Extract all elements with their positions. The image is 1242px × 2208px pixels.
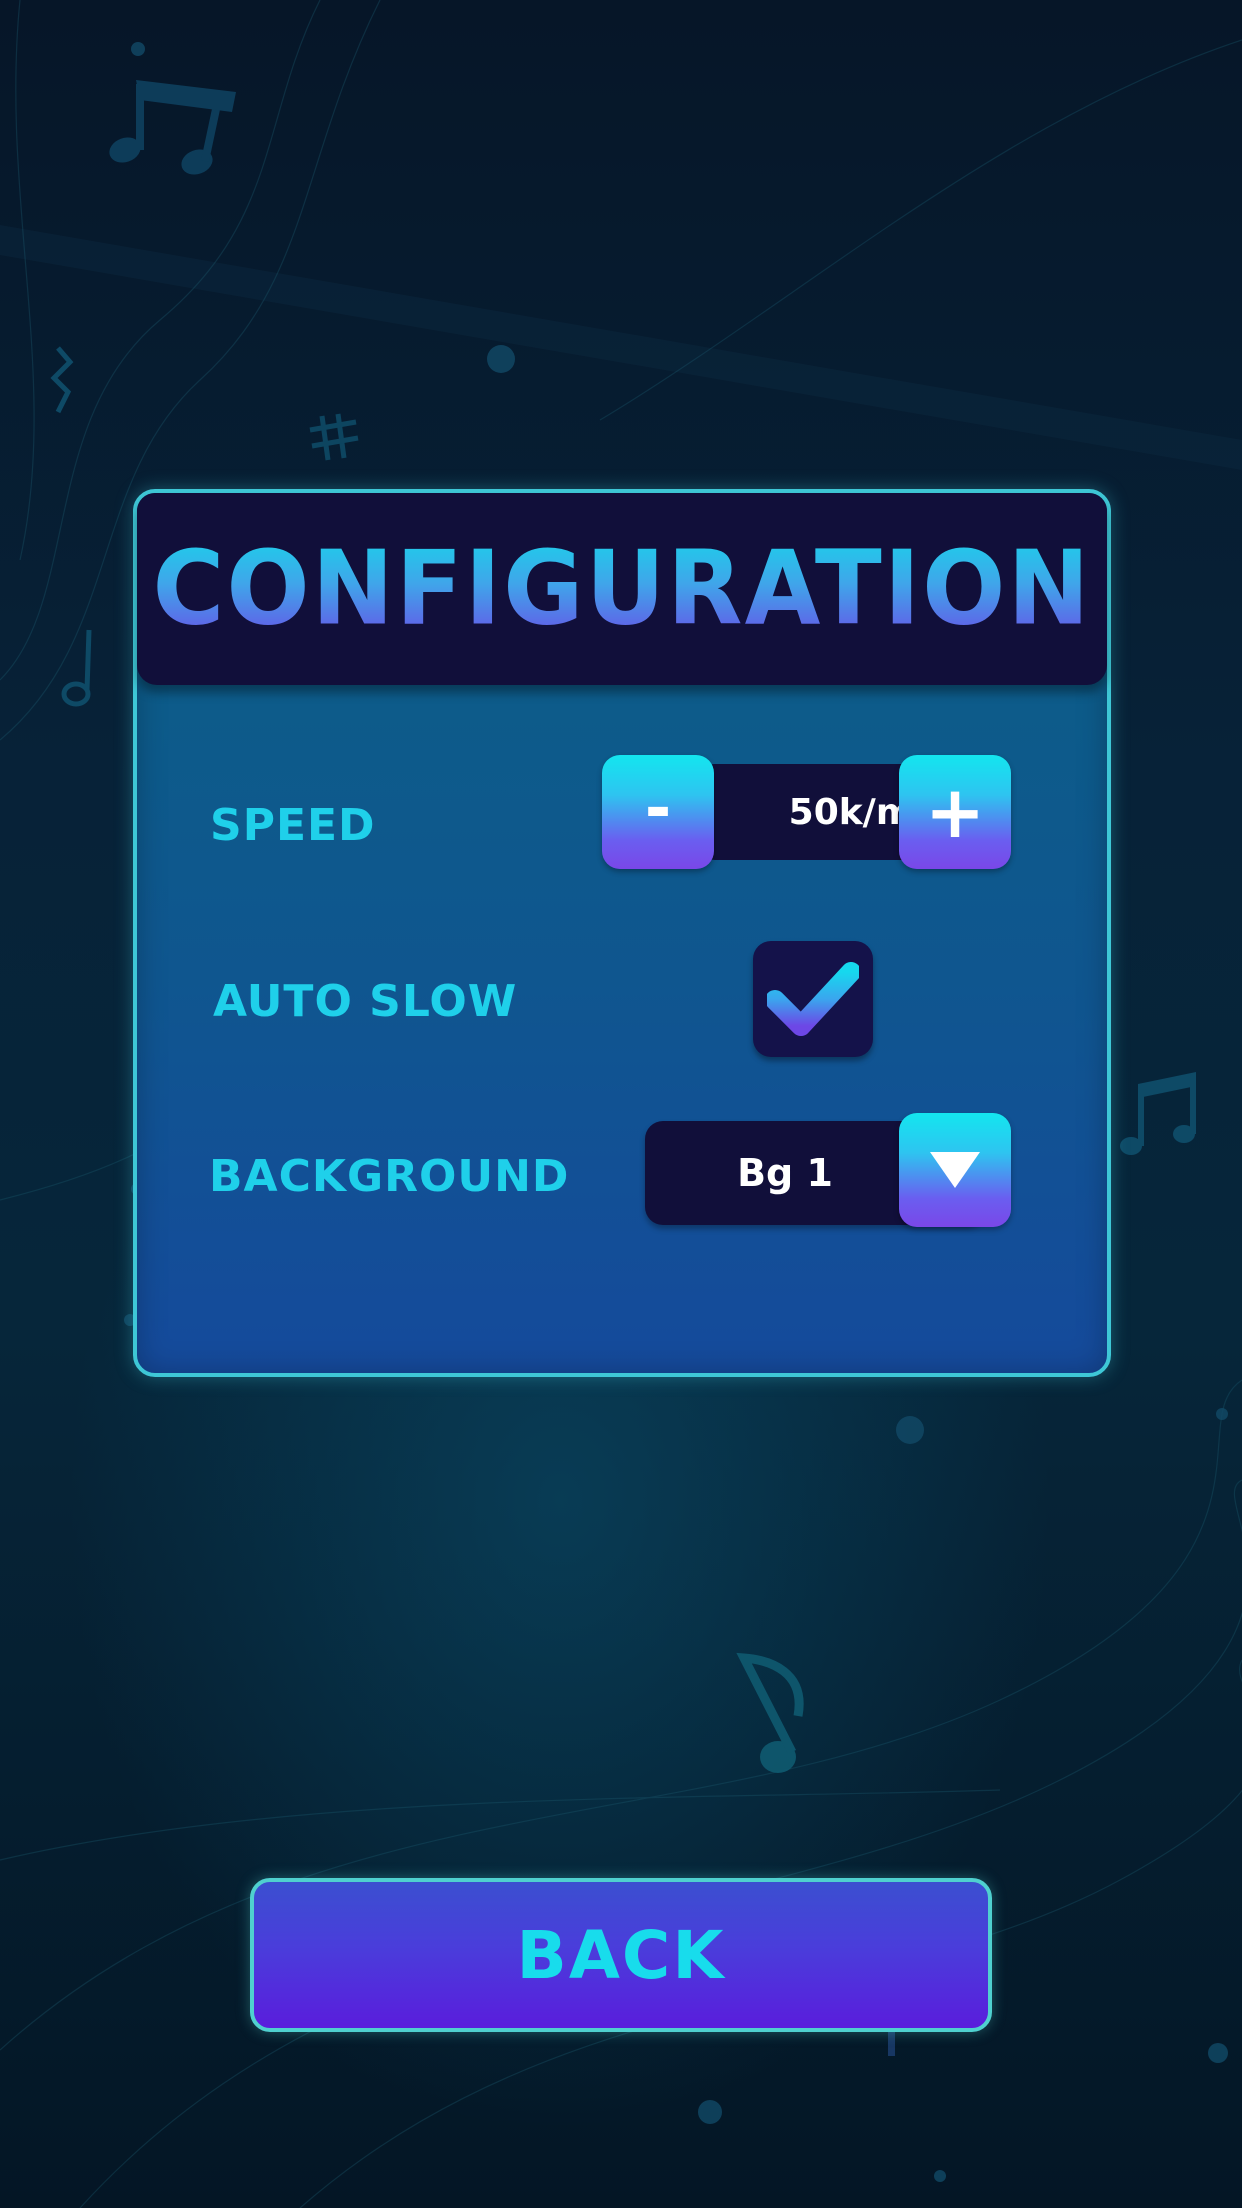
background-label: BACKGROUND xyxy=(209,1151,570,1202)
music-note-icon xyxy=(1120,1072,1196,1155)
panel-header: CONFIGURATION xyxy=(137,493,1107,685)
speed-decrement-button[interactable]: - xyxy=(602,755,714,869)
back-button[interactable]: BACK xyxy=(250,1878,992,2032)
music-note-icon xyxy=(109,80,236,175)
plus-icon: + xyxy=(924,770,986,854)
speed-label: SPEED xyxy=(210,800,376,851)
speed-increment-button[interactable]: + xyxy=(899,755,1011,869)
auto-slow-label: AUTO SLOW xyxy=(213,976,518,1027)
check-icon xyxy=(767,962,859,1036)
rest-icon xyxy=(50,346,74,414)
music-note-icon xyxy=(736,1652,804,1773)
panel-title: CONFIGURATION xyxy=(152,529,1092,649)
auto-slow-checkbox[interactable] xyxy=(753,941,873,1057)
dropdown-arrow-icon xyxy=(930,1152,980,1188)
music-note-icon xyxy=(61,629,92,707)
minus-icon: - xyxy=(644,772,672,846)
background-selected-value: Bg 1 xyxy=(737,1151,833,1195)
sharp-icon xyxy=(309,413,359,461)
configuration-panel: CONFIGURATION SPEED 50k/m - + AUTO SLOW … xyxy=(133,489,1111,1377)
speed-value: 50k/m xyxy=(788,791,914,833)
background-dropdown-button[interactable] xyxy=(899,1113,1011,1227)
back-button-label: BACK xyxy=(516,1916,726,1994)
